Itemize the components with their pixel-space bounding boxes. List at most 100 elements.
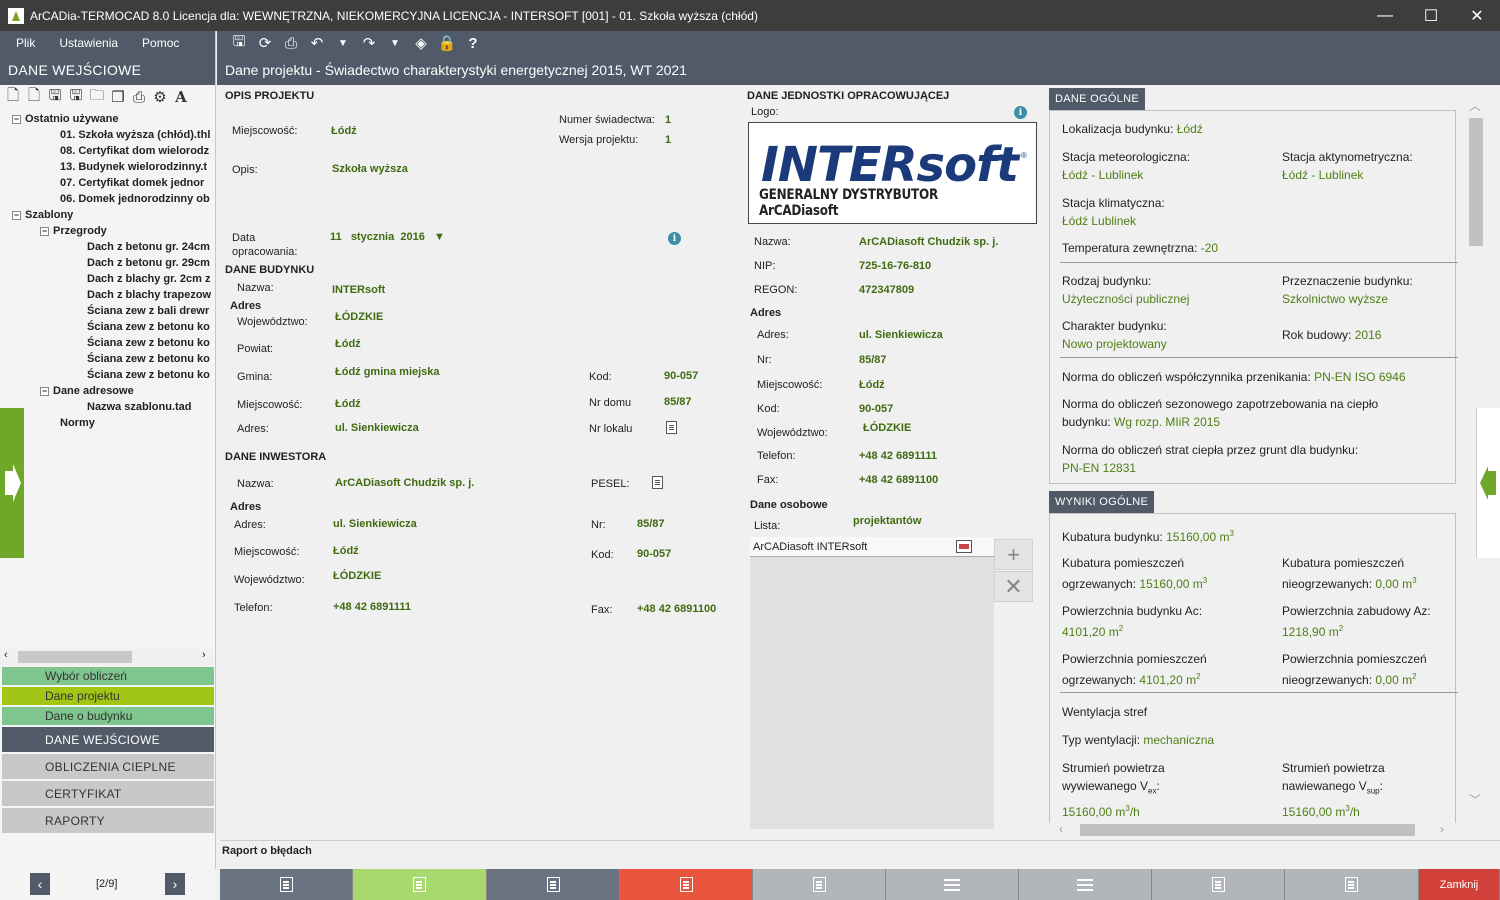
list-item[interactable]: ArCADiasoft INTERsoft: [750, 537, 994, 557]
scrollbar-thumb[interactable]: [18, 651, 132, 663]
print-icon[interactable]: ⎙: [130, 88, 148, 106]
bottom-btn-2[interactable]: [353, 869, 487, 900]
scroll-right-icon[interactable]: ›: [1440, 822, 1444, 836]
save-icon[interactable]: 🖫: [46, 87, 64, 106]
bottom-btn-6[interactable]: [886, 869, 1019, 900]
unit-fax-field[interactable]: +48 42 6891100: [859, 474, 938, 486]
collapse-icon[interactable]: −: [12, 210, 21, 220]
scrollbar-thumb[interactable]: [1080, 824, 1415, 836]
section-input-data[interactable]: DANE WEJŚCIOWE: [2, 727, 214, 752]
tree-item-recent[interactable]: 07. Certyfikat domek jednor: [60, 175, 204, 191]
tree-item-recent[interactable]: 08. Certyfikat dom wielorodz: [60, 143, 209, 159]
menu-ustawienia[interactable]: Ustawienia: [51, 36, 126, 50]
investor-fax-field[interactable]: +48 42 6891100: [637, 603, 716, 615]
unit-name-field[interactable]: ArCADiasoft Chudzik sp. j.: [859, 236, 998, 248]
bottom-btn-5[interactable]: [753, 869, 886, 900]
persons-list[interactable]: ArCADiasoft INTERsoft: [750, 537, 994, 829]
layers-icon[interactable]: ◈: [411, 33, 431, 53]
maximize-button[interactable]: ☐: [1408, 0, 1454, 31]
unit-phone-field[interactable]: +48 42 6891111: [859, 450, 937, 462]
unit-nip-field[interactable]: 725-16-76-810: [859, 260, 931, 272]
info-icon[interactable]: i: [1014, 106, 1027, 119]
investor-phone-field[interactable]: +48 42 6891111: [333, 601, 411, 613]
investor-number-field[interactable]: 85/87: [637, 518, 665, 530]
scroll-down-icon[interactable]: ﹀: [1469, 791, 1481, 808]
step-project-data[interactable]: Dane projektu: [2, 687, 214, 705]
help-icon[interactable]: ?: [463, 33, 483, 53]
date-field[interactable]: 11 stycznia 2016 ▼: [330, 231, 445, 243]
collapse-icon[interactable]: −: [12, 114, 21, 124]
redo-dropdown-icon[interactable]: ▼: [385, 33, 405, 53]
tree-item-partition[interactable]: Dach z blachy trapezow: [87, 287, 211, 303]
certificate-number-field[interactable]: 1: [665, 114, 671, 126]
refresh-icon[interactable]: ⟳: [255, 33, 275, 53]
remove-person-button[interactable]: ✕: [994, 571, 1033, 602]
close-button[interactable]: Zamknij: [1419, 869, 1500, 900]
font-icon[interactable]: A: [172, 88, 190, 106]
prev-page-button[interactable]: ‹: [30, 873, 50, 895]
expand-left-arrow[interactable]: [0, 408, 24, 558]
close-window-button[interactable]: ✕: [1454, 0, 1500, 31]
tree-item-partition[interactable]: Ściana zew z betonu ko: [87, 367, 210, 383]
bottom-btn-9[interactable]: [1285, 869, 1419, 900]
section-reports[interactable]: RAPORTY: [2, 808, 214, 833]
tree-node-templates[interactable]: − Szablony: [12, 207, 73, 223]
scrollbar-thumb[interactable]: [1469, 118, 1483, 246]
unit-postcode-field[interactable]: 90-057: [859, 403, 893, 415]
tree-item-partition[interactable]: Ściana zew z betonu ko: [87, 335, 210, 351]
bottom-btn-8[interactable]: [1152, 869, 1285, 900]
tab-general-results[interactable]: WYNIKI OGÓLNE: [1049, 491, 1155, 513]
edit-list-icon[interactable]: [652, 476, 663, 489]
card-icon[interactable]: [956, 540, 972, 553]
building-voivodeship-field[interactable]: ŁÓDZKIE: [335, 311, 383, 323]
tree-item-recent[interactable]: 01. Szkoła wyższa (chłód).thl: [60, 127, 210, 143]
step-building-data[interactable]: Dane o budynku: [2, 707, 214, 725]
tree-item-recent[interactable]: 06. Domek jednorodzinny ob: [60, 191, 210, 207]
tree-item-partition[interactable]: Ściana zew z bali drewr: [87, 303, 209, 319]
unit-city-field[interactable]: Łódź: [859, 379, 885, 391]
bottom-btn-1[interactable]: [220, 869, 353, 900]
project-city-field[interactable]: Łódź: [331, 125, 357, 137]
tree-item-partition[interactable]: Dach z betonu gr. 29cm: [87, 255, 210, 271]
expand-right-arrow[interactable]: [1476, 408, 1500, 558]
investor-voivodeship-field[interactable]: ŁÓDZKIE: [333, 570, 381, 582]
new-file-icon[interactable]: 🗋: [4, 87, 22, 106]
company-logo[interactable]: INTERsoft ® GENERALNY DYSTRYBUTOR ArCADi…: [748, 122, 1037, 224]
save-icon[interactable]: 🖫: [229, 33, 249, 53]
settings-icon[interactable]: ⚙: [151, 88, 169, 106]
building-street-field[interactable]: ul. Sienkiewicza: [335, 422, 419, 434]
unit-regon-field[interactable]: 472347809: [859, 284, 914, 296]
minimize-button[interactable]: —: [1362, 0, 1408, 31]
preview-icon[interactable]: ⎙: [281, 33, 301, 53]
tree-item-partition[interactable]: Dach z blachy gr. 2cm z: [87, 271, 211, 287]
project-version-field[interactable]: 1: [665, 134, 671, 146]
investor-postcode-field[interactable]: 90-057: [637, 548, 671, 560]
chevron-down-icon[interactable]: ▼: [434, 231, 445, 243]
building-commune-field[interactable]: Łódź gmina miejska: [335, 366, 440, 378]
building-city-field[interactable]: Łódź: [335, 398, 361, 410]
tree-node-address[interactable]: − Dane adresowe: [40, 383, 134, 399]
tree-item-address[interactable]: Nazwa szablonu.tad: [87, 399, 192, 415]
unit-number-field[interactable]: 85/87: [859, 354, 887, 366]
investor-name-field[interactable]: ArCADiasoft Chudzik sp. j.: [335, 477, 474, 489]
collapse-icon[interactable]: −: [40, 226, 49, 236]
unit-street-field[interactable]: ul. Sienkiewicza: [859, 329, 943, 341]
step-calc-selection[interactable]: Wybór obliczeń: [2, 667, 214, 685]
section-heat-calc[interactable]: OBLICZENIA CIEPLNE: [2, 754, 214, 779]
tree-horizontal-scrollbar[interactable]: ‹ ›: [0, 649, 214, 665]
summary-horizontal-scrollbar[interactable]: ‹ ›: [1055, 822, 1451, 838]
menu-plik[interactable]: Plik: [8, 36, 43, 50]
redo-icon[interactable]: ↷: [359, 33, 379, 53]
tree-item-partition[interactable]: Dach z betonu gr. 24cm: [87, 239, 210, 255]
undo-icon[interactable]: ↶: [307, 33, 327, 53]
undo-dropdown-icon[interactable]: ▼: [333, 33, 353, 53]
lock-icon[interactable]: 🔒: [437, 33, 457, 53]
investor-city-field[interactable]: Łódź: [333, 545, 359, 557]
tree-item-recent[interactable]: 13. Budynek wielorodzinny.t: [60, 159, 207, 175]
tree-node-recent[interactable]: − Ostatnio używane: [12, 111, 119, 127]
list-type-select[interactable]: projektantów: [853, 515, 921, 527]
next-page-button[interactable]: ›: [165, 873, 185, 895]
bottom-btn-7[interactable]: [1019, 869, 1152, 900]
scroll-left-icon[interactable]: ‹: [4, 649, 8, 661]
bottom-btn-3[interactable]: [487, 869, 620, 900]
